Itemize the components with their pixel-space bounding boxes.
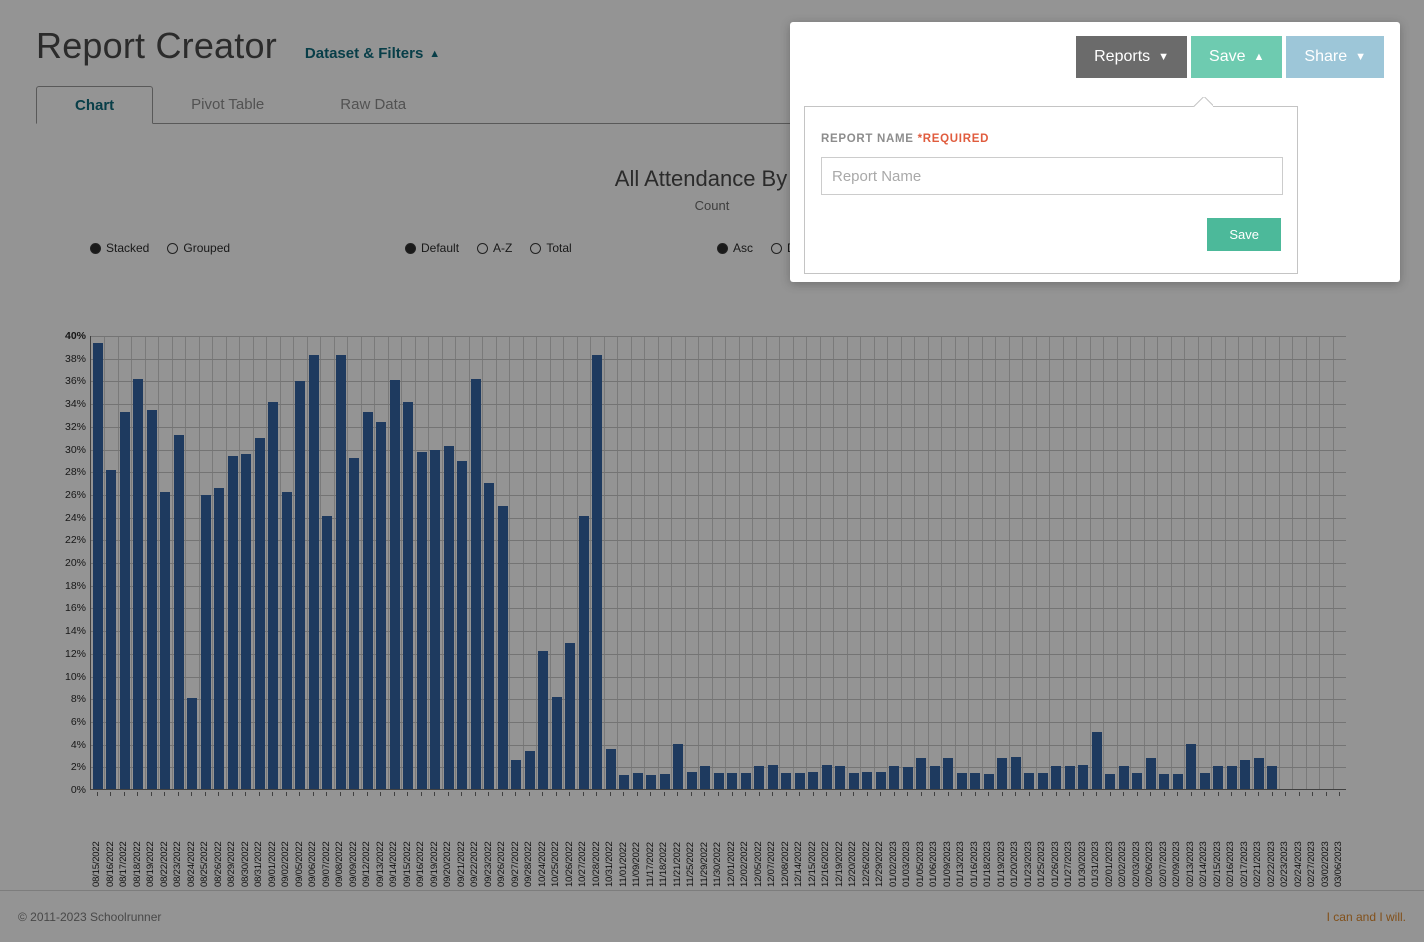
popover-arrow <box>1193 97 1213 107</box>
save-button[interactable]: Save ▲ <box>1191 36 1282 78</box>
share-button[interactable]: Share ▼ <box>1286 36 1384 78</box>
chevron-down-icon: ▼ <box>1355 51 1366 63</box>
save-report-button[interactable]: Save <box>1207 218 1281 251</box>
share-button-label: Share <box>1304 48 1347 66</box>
save-report-popover: REPORT NAME *REQUIRED Save <box>804 106 1298 274</box>
chevron-up-icon: ▲ <box>1254 51 1265 63</box>
reports-button[interactable]: Reports ▼ <box>1076 36 1187 78</box>
save-button-label: Save <box>1209 48 1245 66</box>
chevron-down-icon: ▼ <box>1158 51 1169 63</box>
required-indicator: *REQUIRED <box>918 133 989 145</box>
reports-button-label: Reports <box>1094 48 1150 66</box>
save-report-modal: Reports ▼ Save ▲ Share ▼ REPORT NAME *REQUIRE… <box>790 22 1400 282</box>
report-name-label: REPORT NAME *REQUIRED <box>821 133 1297 145</box>
modal-action-buttons: Reports ▼ Save ▲ Share ▼ <box>1076 36 1384 78</box>
report-name-input[interactable] <box>821 157 1283 195</box>
report-name-label-text: REPORT NAME <box>821 133 914 145</box>
